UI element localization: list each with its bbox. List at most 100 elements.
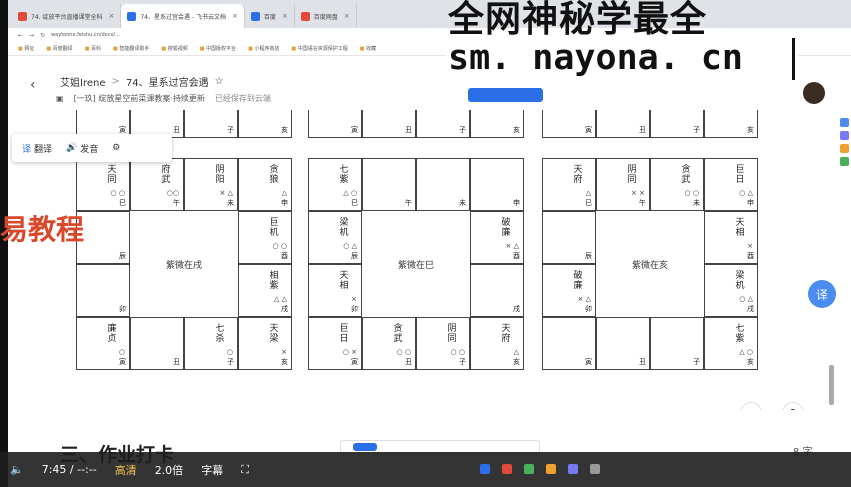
palace-stars: 天府 (501, 324, 511, 344)
breadcrumb-user[interactable]: 艾姐Irene (60, 74, 105, 89)
branch-label: 丑 (405, 126, 412, 134)
share-button[interactable] (468, 88, 543, 102)
palace-cell-chen: 辰 (76, 211, 130, 264)
translate-float-button[interactable]: 译 (808, 280, 836, 308)
bookmark-item[interactable]: 百度翻译 (46, 45, 73, 52)
palace-cell-chou: 丑 (596, 317, 650, 370)
taskbar-app-icon[interactable] (502, 464, 512, 474)
palace-marks: ○ △ (739, 189, 753, 197)
branch-label: 子 (459, 358, 466, 366)
palace-cell-yin: 寅 (542, 317, 596, 370)
close-icon[interactable]: × (344, 12, 350, 20)
branch-label: 子 (693, 358, 700, 366)
branch-label: 寅 (351, 126, 358, 134)
taskbar-app-icon[interactable] (524, 464, 534, 474)
back-icon[interactable]: ← (18, 32, 23, 39)
palace-marks: ○ ○ (396, 348, 411, 356)
tab-label: 百度 (263, 13, 276, 21)
side-app-icon[interactable] (840, 118, 849, 127)
branch-label: 辰 (585, 252, 592, 260)
side-app-icon[interactable] (840, 131, 849, 140)
branch-label: 丑 (173, 126, 180, 134)
speed-button[interactable]: 2.0倍 (155, 462, 184, 478)
doc-location[interactable]: [一玖] 绽放星空前菜课教案·持续更新 (74, 93, 205, 104)
close-icon[interactable]: × (282, 12, 288, 20)
bookmark-item[interactable]: 小程序商店 (248, 45, 279, 52)
bookmark-item[interactable]: 百科 (85, 45, 101, 52)
url-text[interactable]: waytoone.feishu.cn/docx/... (51, 32, 120, 38)
palace-stars: 破廉 (501, 218, 511, 238)
palace-cell-partial: 寅 (542, 110, 596, 138)
bookmark-item[interactable]: 中国语言资源保护工程 (291, 45, 348, 52)
palace-cell-you: 破廉 × △ 酉 (470, 211, 524, 264)
tab-label: 74、星系过宫会遇 - 飞书云文档 (140, 13, 226, 21)
palace-cell-yin: 廉贞 ○ 寅 (76, 317, 130, 370)
taskbar-app-icon[interactable] (546, 464, 556, 474)
branch-label: 子 (459, 126, 466, 134)
palace-stars: 七紫 (339, 165, 349, 185)
bookmark-item[interactable]: 智能翻译助手 (113, 45, 149, 52)
favorite-star-icon[interactable]: ☆ (215, 76, 224, 87)
palace-cell-mao: 破廉 × △ 卯 (542, 264, 596, 317)
browser-tab-active[interactable]: 74、星系过宫会遇 - 飞书云文档 × (121, 4, 245, 28)
branch-label: 亥 (513, 126, 520, 134)
speak-button[interactable]: 🔊 发音 (66, 142, 98, 155)
palace-stars: 天相 (735, 218, 745, 238)
bookmark-item[interactable]: 收藏 (360, 45, 376, 52)
palace-marks: △ ○ (739, 348, 753, 356)
fullscreen-icon[interactable]: ⛶ (241, 463, 249, 477)
branch-label: 午 (405, 199, 412, 207)
bookmark-item[interactable]: 网址 (18, 45, 34, 52)
taskbar-tray (480, 458, 840, 480)
close-icon[interactable]: × (232, 12, 238, 20)
palace-stars: 梁机 (735, 271, 745, 291)
side-app-icon[interactable] (840, 144, 849, 153)
browser-tab[interactable]: 百度 × (245, 4, 295, 28)
bookmark-item[interactable]: 中国版权平台 (200, 45, 236, 52)
volume-icon[interactable]: 🔈 (10, 463, 24, 476)
branch-label: 申 (281, 199, 288, 207)
palace-stars: 七杀 (215, 324, 225, 344)
palace-cell-wu: 午 (362, 158, 416, 211)
subtitle-button[interactable]: 字幕 (201, 462, 223, 478)
speak-label: 发音 (80, 144, 99, 155)
bookmark-item[interactable]: 搜狐视频 (161, 45, 188, 52)
taskbar-app-icon[interactable] (480, 464, 490, 474)
browser-tab[interactable]: 74. 绽放平台直播课堂全科 × (12, 4, 122, 28)
branch-label: 巳 (585, 199, 592, 207)
scrollbar[interactable] (829, 365, 834, 405)
quality-button[interactable]: 高清 (115, 462, 137, 478)
browser-tab[interactable]: 百度网盘 × (295, 4, 357, 28)
branch-label: 卯 (351, 305, 358, 313)
taskbar-app-icon[interactable] (590, 464, 600, 474)
palace-cell-chen: 辰 (542, 211, 596, 264)
palace-marks: △ (513, 348, 519, 356)
taskbar-app-icon[interactable] (568, 464, 578, 474)
forward-icon[interactable]: → (29, 32, 34, 39)
branch-label: 亥 (281, 358, 288, 366)
branch-label: 子 (227, 358, 234, 366)
translate-button[interactable]: 译翻译 (22, 142, 52, 155)
palace-stars: 巨机 (269, 218, 279, 238)
branch-label: 卯 (585, 305, 592, 313)
branch-label: 戌 (747, 305, 754, 313)
branch-label: 申 (747, 199, 754, 207)
notice-button[interactable] (352, 443, 377, 451)
palace-cell-chou: 丑 (130, 317, 184, 370)
palace-stars: 天府 (573, 165, 583, 185)
avatar[interactable] (803, 82, 825, 104)
back-chevron-icon[interactable]: ‹ (30, 77, 36, 93)
reload-icon[interactable]: ↻ (40, 32, 45, 39)
side-app-icon[interactable] (840, 157, 849, 166)
settings-button[interactable]: ⚙ (112, 143, 120, 153)
palace-cell-zi: 子 (650, 317, 704, 370)
palace-cell-mao: 卯 (76, 264, 130, 317)
translation-toolbar: 译翻译 🔊 发音 ⚙ (12, 134, 172, 162)
palace-stars: 阴同 (627, 165, 637, 185)
branch-label: 亥 (747, 126, 754, 134)
palace-cell-wei: 阴阳 × △ 未 (184, 158, 238, 211)
close-icon[interactable]: × (108, 12, 114, 20)
branch-label: 巳 (119, 199, 126, 207)
translate-label: 翻译 (34, 144, 53, 155)
text-cursor (792, 38, 795, 80)
